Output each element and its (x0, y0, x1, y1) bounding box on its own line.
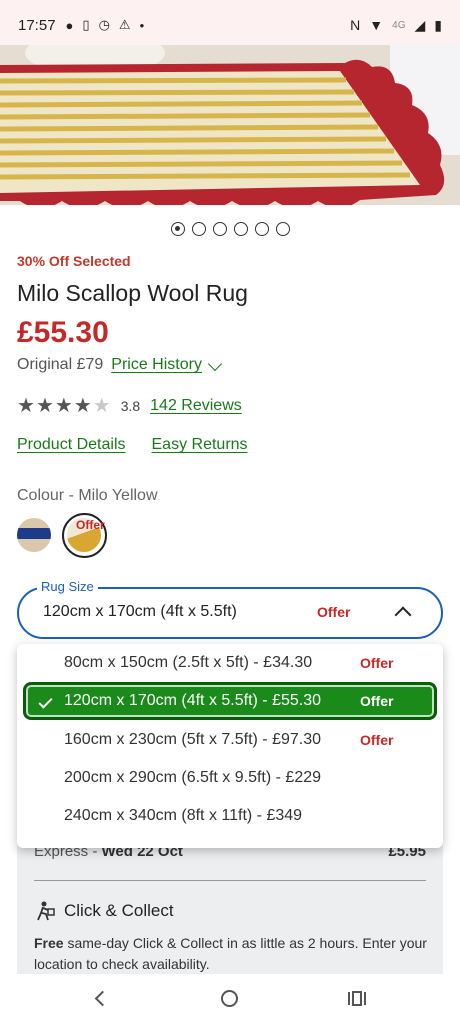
size-option-label: 80cm x 150cm (2.5ft x 5ft) - £34.30 (64, 654, 313, 671)
carousel-dot[interactable] (212, 222, 227, 236)
wifi-icon: ▼ (369, 17, 384, 33)
rug-size-value: 120cm x 170cm (4ft x 5.5ft) (43, 603, 237, 620)
price-history-label: Price History (111, 356, 202, 373)
carousel-dot[interactable] (275, 222, 290, 236)
chat-icon: ● (65, 17, 74, 33)
size-option-label: 120cm x 170cm (4ft x 5.5ft) - £55.30 (64, 692, 322, 709)
click-collect-text: Free same-day Click & Collect in as litt… (34, 933, 429, 975)
star-icon: ★ (92, 395, 111, 417)
divider (34, 880, 426, 881)
reviews-link[interactable]: 142 Reviews (150, 397, 242, 415)
star-icon: ★ (17, 395, 35, 417)
rating-row: ★ ★ ★ ★ ★ 3.8 142 Reviews (17, 396, 242, 416)
status-time: 17:57 (18, 16, 56, 34)
battery-icon: ▮ (434, 16, 442, 33)
carousel-dot[interactable] (233, 222, 248, 236)
system-icons: N ▼ 4G ◢ ▮ (350, 17, 442, 34)
click-collect-title: Click & Collect (34, 900, 174, 922)
click-collect-label: Click & Collect (64, 901, 174, 920)
colour-swatch-blue[interactable] (17, 518, 51, 552)
size-option[interactable]: 80cm x 150cm (2.5ft x 5ft) - £34.30 Offe… (17, 644, 443, 682)
size-option[interactable]: 200cm x 290cm (6.5ft x 9.5ft) - £229 (17, 759, 443, 797)
carousel-dot[interactable] (254, 222, 269, 236)
rating-stars: ★ ★ ★ ★ ★ (17, 396, 111, 416)
rating-value: 3.8 (120, 398, 141, 414)
status-bar: 17:57 ● ▯ ◷ ⚠ • N ▼ 4G ◢ ▮ (0, 0, 460, 50)
phone-icon: ▯ (82, 17, 90, 32)
person-carry-icon (37, 901, 55, 921)
nfc-icon: N (350, 17, 361, 33)
rug-size-menu: 80cm x 150cm (2.5ft x 5ft) - £34.30 Offe… (17, 644, 443, 848)
rug-size-legend: Rug Size (37, 579, 98, 594)
size-option-label: 240cm x 340cm (8ft x 11ft) - £349 (64, 807, 303, 824)
carousel-dot[interactable] (170, 222, 185, 236)
easy-returns-link[interactable]: Easy Returns (152, 436, 248, 454)
price-history-link[interactable]: Price History (111, 356, 223, 374)
size-option[interactable]: 160cm x 230cm (5ft x 7.5ft) - £97.30 Off… (17, 721, 443, 759)
carousel-dot[interactable] (191, 222, 206, 236)
recent-apps-icon[interactable] (348, 991, 366, 1006)
original-price: Original £79 (17, 356, 104, 373)
notification-icons: ● ▯ ◷ ⚠ • (66, 17, 145, 33)
chevron-down-icon (207, 356, 223, 372)
star-icon: ★ (73, 395, 92, 417)
offer-tag: 30% Off Selected (17, 253, 131, 269)
product-image[interactable] (0, 45, 460, 205)
check-icon (38, 694, 53, 709)
rug-size-offer-badge: Offer (317, 604, 351, 620)
size-option[interactable]: 240cm x 340cm (8ft x 11ft) - £349 (17, 797, 443, 835)
carousel-dots (0, 222, 460, 236)
size-option-label: 160cm x 230cm (5ft x 7.5ft) - £97.30 (64, 731, 322, 748)
size-option-label: 200cm x 290cm (6.5ft x 9.5ft) - £229 (64, 769, 322, 786)
timer-icon: ◷ (98, 17, 110, 32)
star-icon: ★ (54, 395, 73, 417)
size-option-offer: Offer (360, 732, 394, 748)
more-dot-icon: • (139, 17, 145, 33)
click-collect-description: same-day Click & Collect in as little as… (34, 935, 427, 972)
rug-illustration (0, 45, 460, 205)
product-price: £55.30 (17, 316, 109, 349)
star-icon: ★ (35, 395, 54, 417)
network-type-label: 4G (392, 19, 406, 31)
original-price-row: Original £79 Price History (17, 356, 223, 374)
free-label: Free (34, 935, 64, 951)
product-details-link[interactable]: Product Details (17, 436, 126, 454)
colour-label: Colour - Milo Yellow (17, 487, 158, 504)
product-title: Milo Scallop Wool Rug (17, 280, 248, 306)
size-option-offer: Offer (360, 655, 394, 671)
alert-icon: ⚠ (118, 17, 131, 32)
signal-icon: ◢ (414, 16, 426, 33)
home-icon[interactable] (221, 990, 238, 1007)
size-option-selected[interactable]: 120cm x 170cm (4ft x 5.5ft) - £55.30 Off… (23, 682, 437, 720)
swatch-offer-badge: Offer (76, 518, 105, 532)
size-option-offer: Offer (360, 693, 394, 709)
info-links: Product Details Easy Returns (17, 436, 248, 454)
